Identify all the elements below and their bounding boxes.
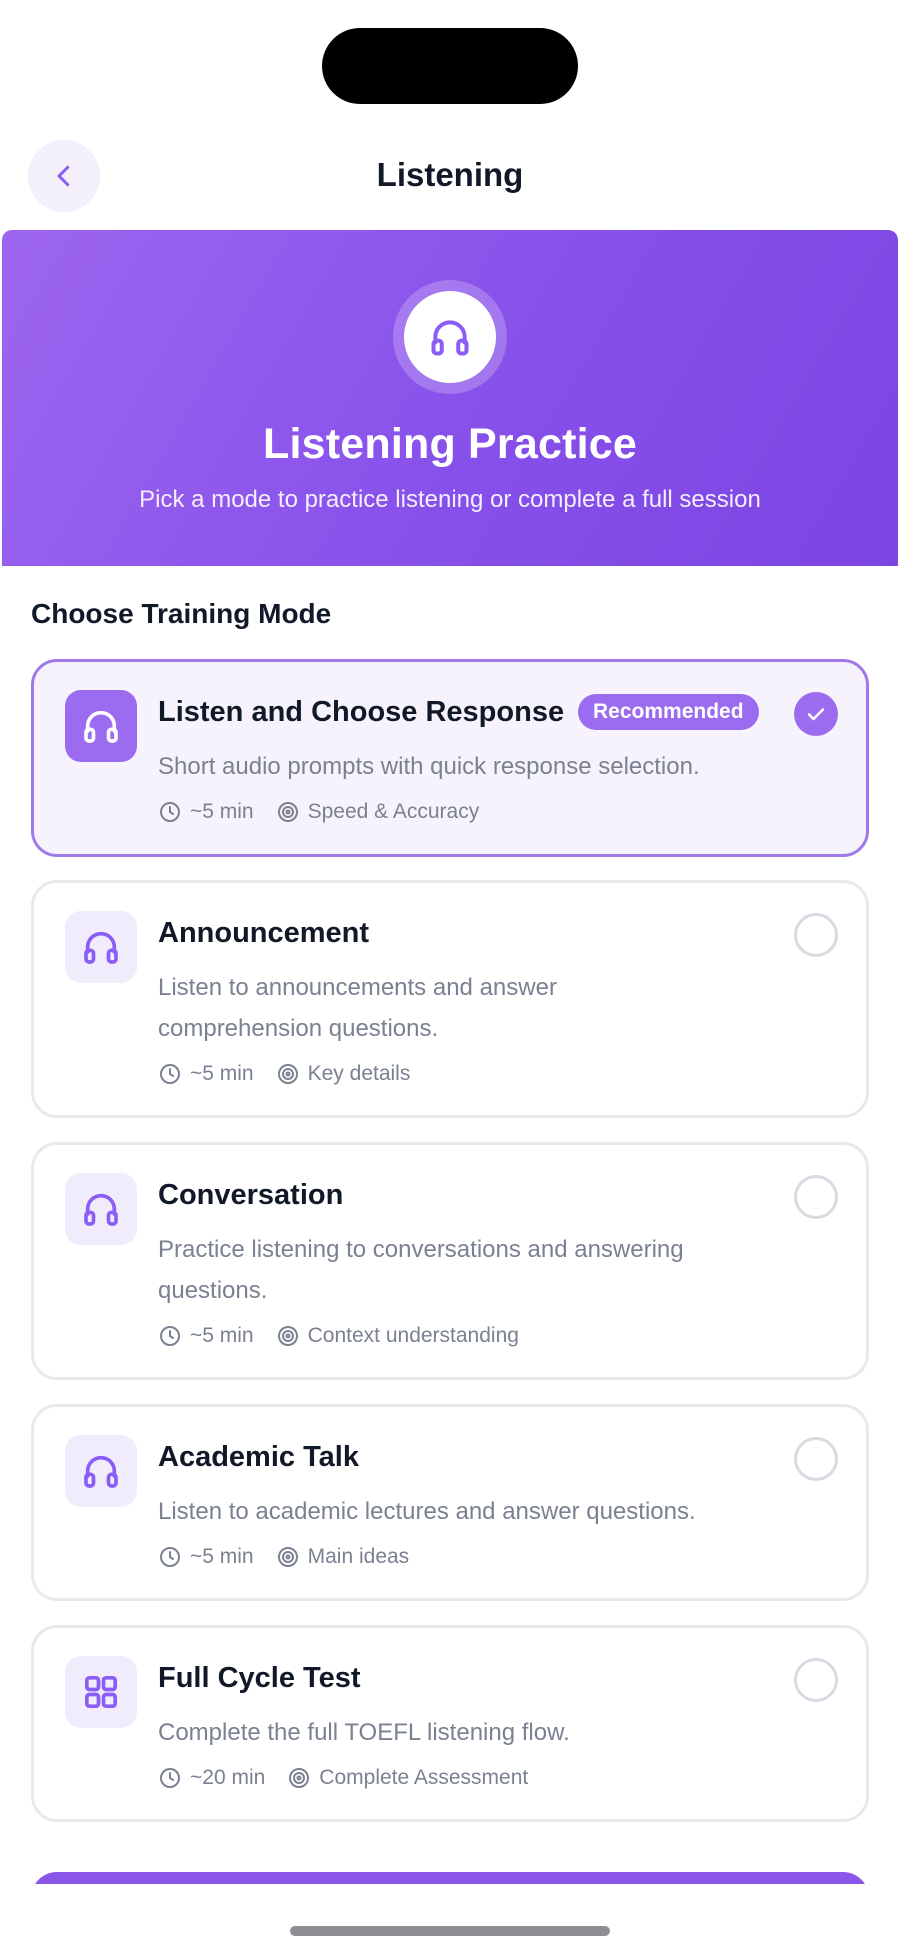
clock-icon — [160, 1326, 180, 1346]
mode-radio[interactable] — [794, 1175, 838, 1219]
mode-focus: Main ideas — [307, 1545, 410, 1568]
clock-icon — [160, 1547, 180, 1567]
mode-focus: Key details — [307, 1062, 411, 1085]
mode-description: Short audio prompts with quick response … — [158, 753, 700, 780]
mode-duration: ~5 min — [190, 1062, 254, 1085]
mode-meta: ~5 min Speed & Accuracy — [158, 800, 501, 824]
mode-focus: Complete Assessment — [319, 1766, 529, 1789]
clock-icon — [160, 1064, 180, 1084]
hero-icon-ring — [393, 280, 507, 394]
mode-card-listen-choose-response[interactable]: Listen and Choose Response Recommended S… — [31, 659, 869, 857]
clock-icon — [160, 802, 180, 822]
target-icon — [277, 1326, 298, 1346]
clock-icon — [160, 1768, 180, 1788]
check-icon — [807, 708, 825, 721]
mode-meta: ~20 min Complete Assessment — [158, 1766, 550, 1790]
mode-icon-tile — [65, 1656, 137, 1728]
mode-card-full-cycle-test[interactable]: Full Cycle Test Complete the full TOEFL … — [31, 1625, 869, 1822]
target-icon — [277, 1547, 298, 1567]
mode-duration: ~5 min — [190, 1545, 254, 1568]
headphones-icon — [84, 1455, 118, 1488]
headphones-icon — [431, 320, 469, 356]
mode-duration: ~5 min — [190, 1324, 254, 1347]
hero-banner: Listening Practice Pick a mode to practi… — [2, 230, 898, 566]
target-icon — [289, 1768, 310, 1788]
mode-icon-tile — [65, 911, 137, 983]
hero-title: Listening Practice — [263, 420, 637, 468]
mode-meta: ~5 min Key details — [158, 1062, 432, 1086]
headphones-icon — [84, 931, 118, 964]
mode-icon-tile — [65, 690, 137, 762]
mode-focus: Speed & Accuracy — [307, 800, 480, 823]
home-indicator — [290, 1926, 610, 1936]
mode-icon-tile — [65, 1173, 137, 1245]
recommended-badge: Recommended — [578, 694, 759, 730]
mode-radio[interactable] — [794, 1437, 838, 1481]
mode-meta: ~5 min Context understanding — [158, 1324, 541, 1348]
grid-icon — [85, 1676, 118, 1708]
mode-title: Conversation — [158, 1179, 344, 1211]
listening-screen: Listening Listening Practice Pick a mode… — [0, 0, 900, 1950]
bottom-safe-area — [0, 1884, 900, 1950]
headphones-icon — [84, 1193, 118, 1226]
mode-radio[interactable] — [794, 1658, 838, 1702]
mode-radio-selected[interactable] — [794, 692, 838, 736]
target-icon — [277, 1064, 298, 1084]
mode-duration: ~5 min — [190, 800, 254, 823]
mode-description: Listen to academic lectures and answer q… — [158, 1498, 696, 1525]
mode-title: Announcement — [158, 917, 370, 949]
top-bar: Listening — [0, 130, 900, 226]
mode-radio[interactable] — [794, 913, 838, 957]
hero-subtitle: Pick a mode to practice listening or com… — [139, 486, 761, 513]
headphones-icon — [84, 710, 118, 743]
target-icon — [277, 802, 298, 822]
mode-description: Complete the full TOEFL listening flow. — [158, 1719, 570, 1746]
mode-focus: Context understanding — [307, 1324, 519, 1347]
mode-title: Listen and Choose Response — [158, 696, 565, 728]
hero-icon-circle — [404, 291, 496, 383]
mode-title: Full Cycle Test — [158, 1662, 361, 1694]
dynamic-island — [322, 28, 578, 104]
mode-card-conversation[interactable]: Conversation Practice listening to conve… — [31, 1142, 869, 1380]
section-title: Choose Training Mode — [31, 598, 332, 629]
mode-duration: ~20 min — [190, 1766, 266, 1789]
mode-card-announcement[interactable]: Announcement Listen to announcements and… — [31, 880, 869, 1118]
mode-description: Practice listening to conversations and … — [158, 1236, 684, 1304]
page-title: Listening — [376, 156, 524, 193]
mode-description: Listen to announcements and answer compr… — [158, 974, 557, 1042]
mode-meta: ~5 min Main ideas — [158, 1545, 431, 1569]
mode-card-academic-talk[interactable]: Academic Talk Listen to academic lecture… — [31, 1404, 869, 1601]
mode-icon-tile — [65, 1435, 137, 1507]
mode-title: Academic Talk — [158, 1441, 359, 1473]
